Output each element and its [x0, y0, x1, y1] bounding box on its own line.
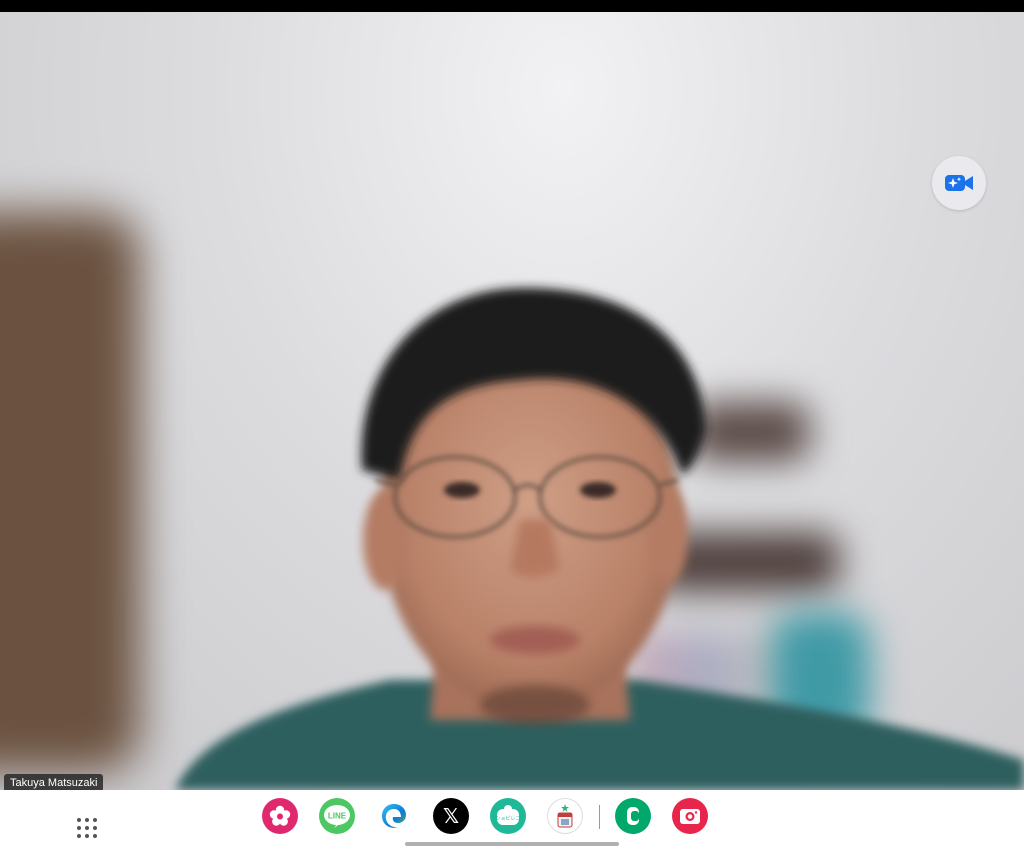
edge-icon — [382, 804, 406, 828]
svg-text:ショピレコ: ショピレコ — [495, 816, 520, 822]
wallet-icon: ショピレコ — [495, 805, 521, 825]
app-phone[interactable] — [615, 798, 651, 834]
taskbar-divider — [599, 805, 600, 829]
app-blossom[interactable] — [262, 798, 298, 834]
home-indicator[interactable] — [405, 842, 619, 846]
camera-icon — [680, 809, 700, 824]
participant-video — [175, 287, 1024, 790]
sparkle-camera-icon — [945, 175, 973, 191]
flower-icon — [269, 805, 291, 826]
app-shopping-receipt[interactable]: ショピレコ — [490, 798, 526, 834]
video-effects-button[interactable] — [932, 156, 986, 210]
x-icon: 𝕏 — [442, 804, 460, 828]
app-calendar[interactable] — [547, 798, 583, 834]
line-icon: LINE — [324, 805, 350, 828]
top-bar — [0, 0, 1024, 12]
calendar-icon — [557, 804, 573, 828]
video-feed — [0, 12, 1024, 790]
app-edge[interactable] — [376, 798, 412, 834]
svg-text:LINE: LINE — [328, 812, 347, 821]
apps-grid-icon[interactable] — [74, 815, 100, 841]
app-screen-recorder[interactable] — [672, 798, 708, 834]
phone-icon — [627, 807, 639, 825]
app-x[interactable]: 𝕏 — [433, 798, 469, 834]
app-line[interactable]: LINE — [319, 798, 355, 834]
